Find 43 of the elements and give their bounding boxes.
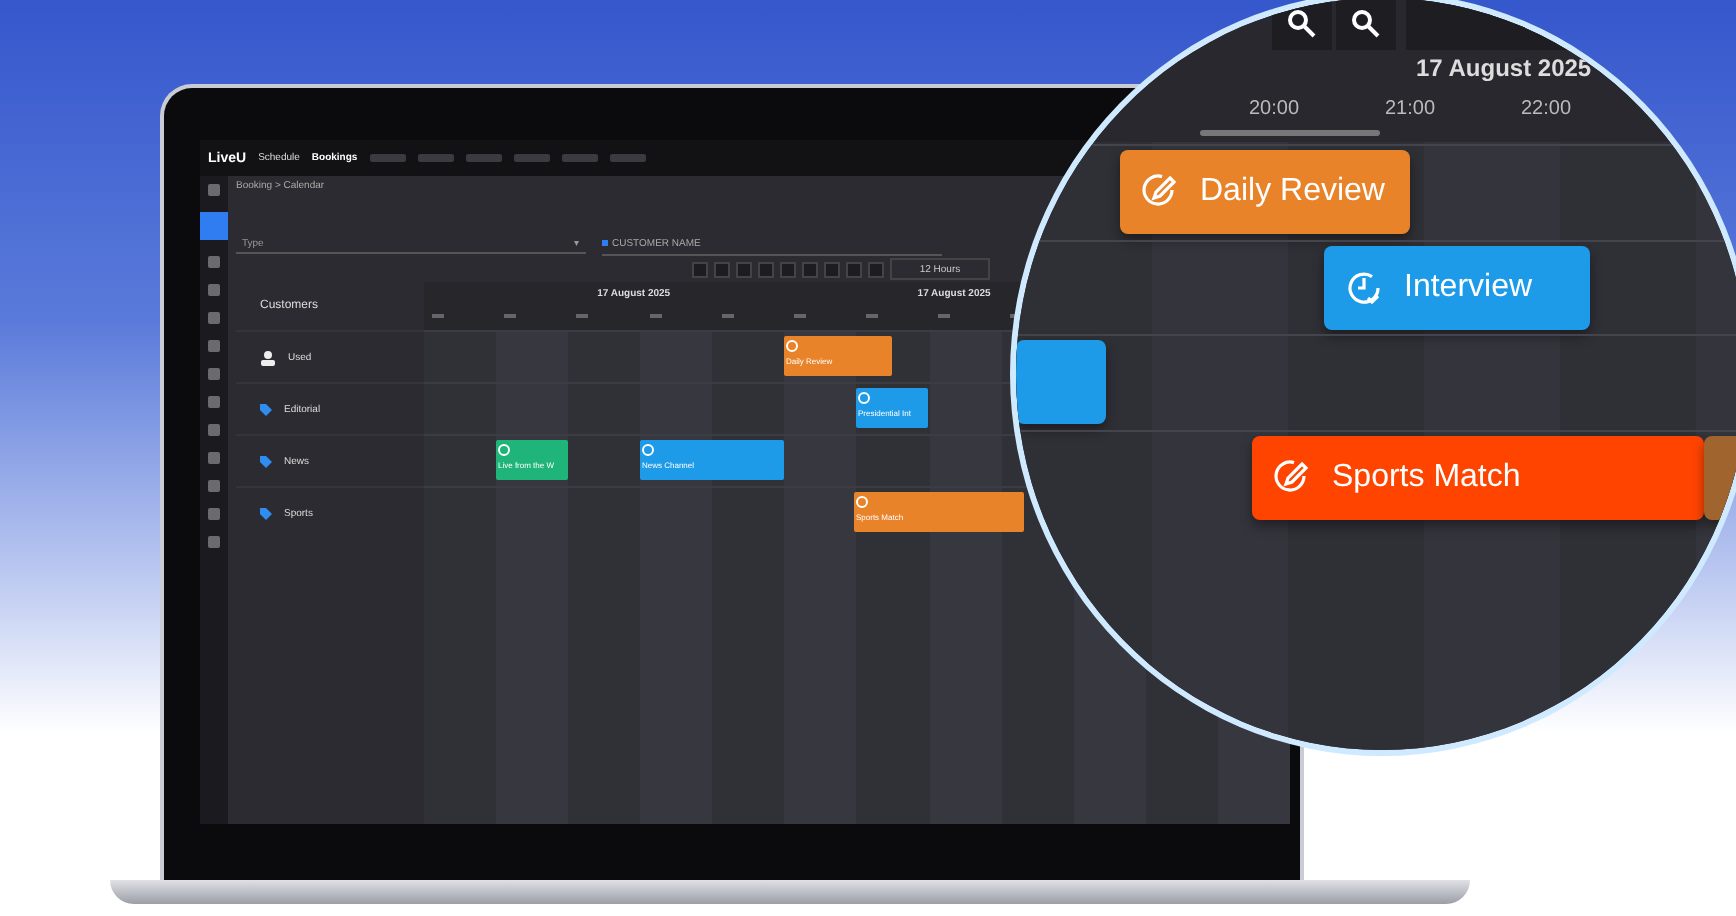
hour-label: 20:00 (1248, 98, 1300, 120)
pencil-circle-icon (1272, 457, 1312, 497)
scrollbar[interactable] (1200, 130, 1380, 136)
circle-icon (858, 392, 870, 404)
event-block[interactable]: Interview (1324, 245, 1590, 329)
circle-icon (856, 496, 868, 508)
nav-item[interactable] (369, 154, 406, 162)
sidebar-icon[interactable] (208, 480, 220, 492)
circle-icon (642, 444, 654, 456)
sidebar-icon[interactable] (200, 212, 228, 240)
event-block[interactable]: Daily Review (1120, 150, 1410, 234)
circle-icon (498, 444, 510, 456)
clock-icon (1344, 267, 1384, 307)
sidebar-icon[interactable] (208, 256, 220, 268)
person-icon (260, 349, 276, 365)
sidebar-icon[interactable] (208, 536, 220, 548)
sidebar-icon[interactable] (208, 396, 220, 408)
hour-label: 22:00 (1520, 98, 1572, 120)
sidebar-icon[interactable] (208, 340, 220, 352)
zoom-out-button[interactable] (1336, 0, 1396, 50)
sidebar-icon[interactable] (208, 508, 220, 520)
tag-icon (260, 403, 272, 415)
sidebar-icon[interactable] (208, 312, 220, 324)
sidebar-icon[interactable] (208, 368, 220, 380)
nav-item[interactable] (513, 154, 550, 162)
sidebar-icon[interactable] (208, 184, 220, 196)
tag-icon (260, 455, 272, 467)
event-block[interactable]: Sports Match (1252, 435, 1704, 519)
date-label: 17 August 2025 (1416, 54, 1592, 82)
nav-item[interactable] (561, 154, 598, 162)
sidebar-icon[interactable] (208, 452, 220, 464)
sidebar-icon[interactable] (208, 284, 220, 296)
nav-item[interactable] (465, 154, 502, 162)
search-icon (1350, 8, 1382, 40)
nav-item[interactable] (417, 154, 454, 162)
zoom-in-button[interactable] (1272, 0, 1332, 50)
pencil-circle-icon (1140, 172, 1180, 212)
sidebar-icon[interactable] (208, 424, 220, 436)
circle-icon (786, 340, 798, 352)
search-icon (1286, 8, 1318, 40)
tag-icon (260, 507, 272, 519)
hour-label: 21:00 (1384, 98, 1436, 120)
nav-item[interactable] (609, 154, 646, 162)
